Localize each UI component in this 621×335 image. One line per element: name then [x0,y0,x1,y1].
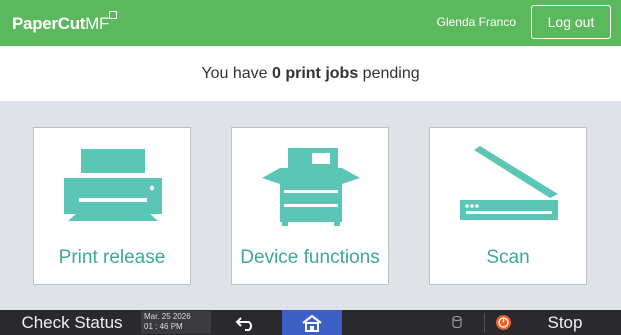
printer-icon [64,149,162,221]
pending-count: 0 print jobs [271,64,359,82]
stop-button[interactable]: Stop [530,310,600,335]
stop-icon[interactable] [495,314,512,331]
print-release-label: Print release [58,247,166,268]
logo-mark-icon [109,11,118,19]
pending-jobs-message: You have 0 print jobs pending [0,46,621,101]
back-arrow-icon [235,316,252,331]
print-release-tile[interactable]: Print release [33,127,191,285]
scan-label: Scan [486,247,530,268]
home-icon [302,314,322,332]
logout-button[interactable]: Log out [531,5,611,39]
time-text: 01 : 46 PM [144,322,183,331]
device-functions-label: Device functions [240,247,380,268]
date-text: Mar. 25 2026 [144,312,191,321]
date-time-display: Mar. 25 2026 01 : 46 PM [141,311,211,334]
device-functions-tile[interactable]: Device functions [231,127,389,285]
logo-text: PaperCut [12,14,86,33]
data-indicator-icon [452,316,462,328]
scan-tile[interactable]: Scan [429,127,587,285]
papercut-logo: PaperCutMF [12,11,118,34]
check-status-button[interactable]: Check Status [8,310,136,335]
user-name: Glenda Franco [436,15,516,29]
home-button[interactable] [282,310,342,335]
app-header: PaperCutMF Glenda Franco Log out [0,0,621,46]
scanner-icon [460,146,558,220]
copier-icon [262,148,360,226]
status-divider [484,313,485,332]
pending-suffix: pending [358,64,420,82]
pending-prefix: You have [201,64,272,82]
logo-suffix: MF [85,14,110,33]
function-tiles-area: Print release Device functions Scan [0,101,621,310]
back-button[interactable] [213,310,279,335]
device-status-bar: Check Status Mar. 25 2026 01 : 46 PM Sto… [0,310,621,335]
